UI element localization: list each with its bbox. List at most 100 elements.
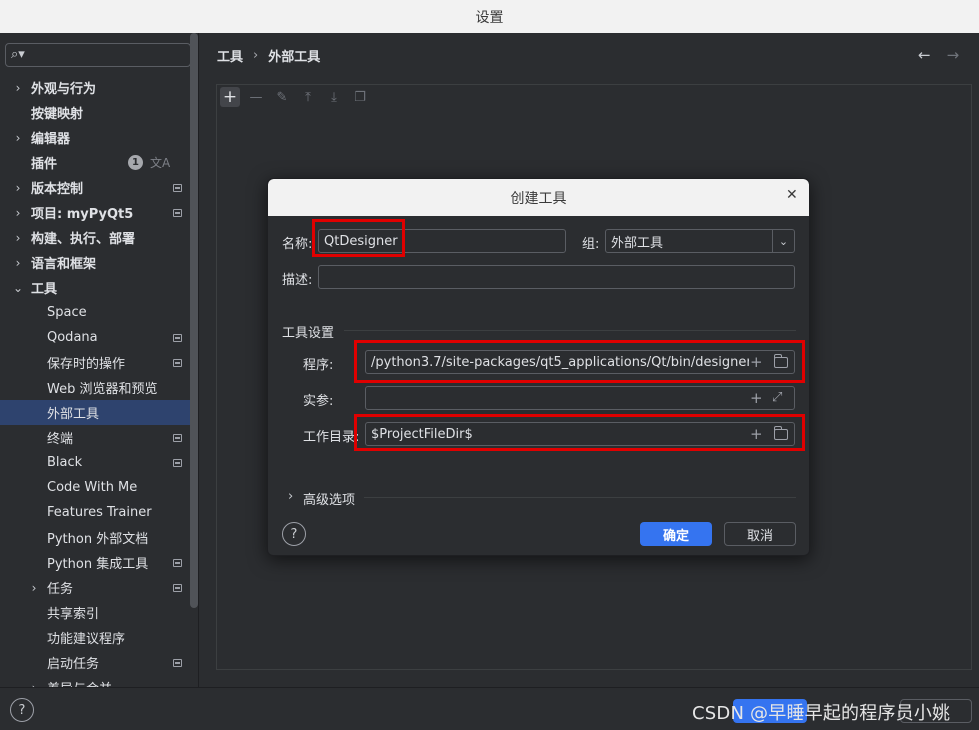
sidebar-item[interactable]: 功能建议程序 xyxy=(0,625,190,650)
cancel-button[interactable]: 取消 xyxy=(724,522,796,546)
chevron-down-icon[interactable]: ⌄ xyxy=(12,281,24,295)
settings-bottom-bar: ? CSDN @早睡早起的程序员小姚 xyxy=(0,687,979,730)
sidebar-item[interactable]: Qodana xyxy=(0,325,190,350)
sidebar-item[interactable]: 终端 xyxy=(0,425,190,450)
chevron-right-icon[interactable]: › xyxy=(12,231,24,245)
sidebar-item[interactable]: › 构建、执行、部署 xyxy=(0,225,190,250)
sidebar-item-label: 差异与合并 xyxy=(47,678,112,687)
settings-search-input[interactable] xyxy=(30,46,185,64)
move-down-icon[interactable]: ⤓ xyxy=(324,87,344,107)
sidebar-item-label: 编辑器 xyxy=(31,132,71,147)
sidebar-item[interactable]: Python 集成工具 xyxy=(0,550,190,575)
arguments-input[interactable] xyxy=(371,389,749,407)
sidebar-item[interactable]: 保存时的操作 xyxy=(0,350,190,375)
copy-icon[interactable]: ❐ xyxy=(350,87,370,107)
sidebar-item-label: 共享索引 xyxy=(47,607,100,622)
sidebar-item-label: Black xyxy=(47,455,83,470)
group-value[interactable] xyxy=(611,232,771,250)
sidebar-item-label: 项目: myPyQt5 xyxy=(31,207,134,222)
update-count-badge: 1 xyxy=(128,155,143,170)
sidebar-item[interactable]: Space xyxy=(0,300,190,325)
window-title: 设置 xyxy=(0,0,979,33)
group-select[interactable]: ⌄ xyxy=(605,229,795,253)
sidebar-item[interactable]: ›差异与合并 xyxy=(0,675,190,688)
sidebar-item-label: 插件 xyxy=(31,157,58,172)
sidebar-item[interactable]: › 编辑器 xyxy=(0,125,190,150)
sidebar-item[interactable]: › 项目: myPyQt5 xyxy=(0,200,190,225)
sidebar-item-label: Web 浏览器和预览 xyxy=(47,382,158,397)
sidebar-item[interactable]: Code With Me xyxy=(0,475,190,500)
sidebar-item-label: 终端 xyxy=(47,432,74,447)
project-level-icon xyxy=(173,184,182,192)
breadcrumb-parent[interactable]: 工具 xyxy=(217,46,243,65)
highlight-program xyxy=(354,340,805,383)
sidebar-item[interactable]: ⌄ 工具 xyxy=(0,275,190,300)
chevron-right-icon[interactable]: › xyxy=(28,581,40,595)
sidebar-item-label: Qodana xyxy=(47,330,98,345)
ok-button[interactable]: 确定 xyxy=(640,522,712,546)
chevron-right-icon[interactable]: › xyxy=(288,489,293,504)
sidebar-item-label: 语言和框架 xyxy=(31,257,97,272)
expand-icon[interactable]: ⤢ xyxy=(772,389,782,407)
project-level-icon xyxy=(173,559,182,567)
close-icon[interactable]: ✕ xyxy=(786,187,798,203)
back-arrow-icon[interactable]: ← xyxy=(918,46,931,64)
sidebar-item-label: 功能建议程序 xyxy=(47,632,126,647)
chevron-right-icon[interactable]: › xyxy=(12,256,24,270)
project-level-icon xyxy=(173,334,182,342)
advanced-options-toggle[interactable]: 高级选项 xyxy=(303,489,355,508)
chevron-right-icon[interactable]: › xyxy=(12,206,24,220)
help-icon[interactable]: ? xyxy=(10,698,34,722)
sidebar-item[interactable]: 按键映射 xyxy=(0,100,190,125)
sidebar-item[interactable]: › 外观与行为 xyxy=(0,75,190,100)
sidebar-item[interactable]: 启动任务 xyxy=(0,650,190,675)
name-label: 名称: xyxy=(282,237,313,252)
history-navigation: ← → xyxy=(918,46,959,64)
sidebar-item[interactable]: 共享索引 xyxy=(0,600,190,625)
add-icon[interactable]: + xyxy=(220,87,240,107)
insert-macro-plus-icon[interactable]: + xyxy=(750,389,763,407)
advanced-divider xyxy=(364,497,796,498)
chevron-down-icon[interactable]: ⌄ xyxy=(772,230,794,252)
sidebar-item[interactable]: Python 外部文档 xyxy=(0,525,190,550)
edit-pencil-icon[interactable]: ✎ xyxy=(272,87,292,107)
highlight-name xyxy=(312,219,405,257)
remove-icon[interactable]: — xyxy=(246,87,266,107)
sidebar-item[interactable]: 外部工具 xyxy=(0,400,190,425)
sidebar-item[interactable]: › 版本控制 xyxy=(0,175,190,200)
move-up-icon[interactable]: ⤒ xyxy=(298,87,318,107)
sidebar-item[interactable]: Web 浏览器和预览 xyxy=(0,375,190,400)
description-input[interactable] xyxy=(324,268,789,286)
settings-search-field[interactable]: ⌕▾ xyxy=(5,43,191,67)
project-level-icon xyxy=(173,584,182,592)
sidebar-item-label: Code With Me xyxy=(47,480,138,495)
sidebar-item[interactable]: Black xyxy=(0,450,190,475)
chevron-right-icon[interactable]: › xyxy=(12,81,24,95)
sidebar-item[interactable]: 插件 1 文A xyxy=(0,150,190,175)
sidebar-item[interactable]: › 语言和框架 xyxy=(0,250,190,275)
sidebar-item-label: Features Trainer xyxy=(47,505,152,520)
forward-arrow-icon[interactable]: → xyxy=(947,46,960,64)
chevron-right-icon[interactable]: › xyxy=(12,131,24,145)
project-level-icon xyxy=(173,434,182,442)
sidebar-item-label: 版本控制 xyxy=(31,182,84,197)
create-tool-dialog: 创建工具 ✕ 名称: 组: ⌄ 描述: 工具设置 程序: + 实参: + ⤢ 工… xyxy=(267,178,810,556)
sidebar-item[interactable]: Features Trainer xyxy=(0,500,190,525)
arguments-field[interactable]: + ⤢ xyxy=(365,386,795,410)
tools-toolbar: + — ✎ ⤒ ⤓ ❐ xyxy=(217,85,971,109)
section-divider xyxy=(344,330,796,331)
sidebar-item-label: 任务 xyxy=(47,582,74,597)
sidebar-item[interactable]: › 任务 xyxy=(0,575,190,600)
highlight-working-directory xyxy=(354,414,805,451)
translate-icon: 文A xyxy=(150,156,171,170)
help-icon[interactable]: ? xyxy=(282,522,306,546)
chevron-right-icon[interactable]: › xyxy=(12,181,24,195)
breadcrumb: 工具 › 外部工具 xyxy=(217,46,320,65)
sidebar-item-label: Space xyxy=(47,305,87,320)
sidebar-item-label: 外部工具 xyxy=(47,407,100,422)
description-field[interactable] xyxy=(318,265,795,289)
sidebar-item-label: Python 集成工具 xyxy=(47,557,149,572)
sidebar-scrollbar[interactable] xyxy=(190,33,198,608)
description-label: 描述: xyxy=(282,273,313,288)
settings-sidebar: ⌕▾ › 外观与行为 按键映射 › 编辑器 插件 1 文A › 版本控制 › 项目: myPyQt5 ›… xyxy=(0,33,199,687)
